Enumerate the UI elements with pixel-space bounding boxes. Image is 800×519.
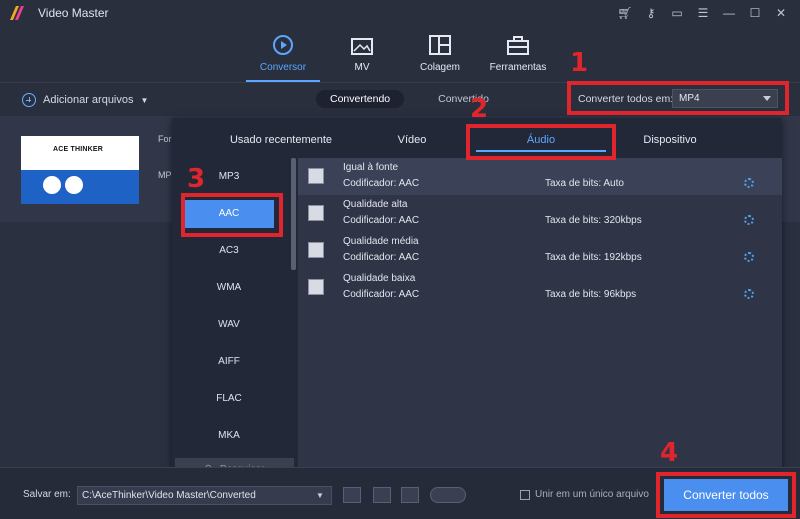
codec-item[interactable]: MKA	[184, 422, 274, 450]
mv-icon	[351, 38, 373, 55]
settings-gear-icon[interactable]	[744, 252, 754, 262]
tab-recent[interactable]: Usado recentemente	[218, 134, 344, 146]
settings-gear-icon[interactable]	[430, 487, 466, 503]
audio-file-icon	[308, 279, 324, 295]
settings-gear-icon[interactable]	[744, 289, 754, 299]
maximize-icon[interactable]: ☐	[746, 5, 764, 21]
annotation-box	[181, 193, 283, 237]
audio-file-icon	[308, 242, 324, 258]
checkbox-icon	[520, 489, 530, 500]
thumbnail-icon	[65, 176, 83, 194]
video-thumbnail[interactable]: ACE THINKER	[21, 136, 139, 204]
window-controls: 🛒︎ ⚷ ▭ ☰ — ☐ ✕	[616, 5, 790, 21]
settings-gear-icon[interactable]	[744, 215, 754, 225]
audio-file-icon	[308, 168, 324, 184]
chevron-down-icon[interactable]: ▼	[316, 491, 324, 500]
app-title: Video Master	[38, 6, 109, 20]
file-format-label: For	[158, 134, 172, 144]
merge-checkbox[interactable]: Unir em um único arquivo	[520, 489, 649, 500]
codec-item[interactable]: AIFF	[184, 348, 274, 376]
tab-convertendo[interactable]: Convertendo	[316, 90, 405, 108]
add-files-button[interactable]: Adicionar arquivos ▼	[22, 93, 148, 107]
app-logo-icon	[10, 6, 24, 20]
thumbnail-icon	[43, 176, 61, 194]
nav-conversor[interactable]: Conversor	[243, 34, 323, 73]
preset-item[interactable]: Qualidade média Codificador: AAC Taxa de…	[298, 232, 782, 269]
gpu-icon[interactable]	[401, 487, 419, 503]
preset-item[interactable]: Qualidade alta Codificador: AAC Taxa de …	[298, 195, 782, 232]
collage-icon	[429, 35, 451, 55]
thumbnail-brand: ACE THINKER	[53, 146, 104, 153]
codec-item[interactable]: WAV	[184, 311, 274, 339]
annotation-box	[466, 124, 616, 160]
annotation-number: 1	[570, 48, 589, 78]
nav-colagem[interactable]: Colagem	[400, 34, 480, 73]
annotation-number: 4	[660, 438, 679, 468]
codec-scrollbar[interactable]	[291, 158, 296, 270]
settings-gear-icon[interactable]	[744, 178, 754, 188]
save-label: Salvar em:	[23, 489, 71, 500]
tab-video[interactable]: Vídeo	[382, 134, 442, 146]
close-icon[interactable]: ✕	[772, 5, 790, 21]
preset-item[interactable]: Qualidade baixa Codificador: AAC Taxa de…	[298, 269, 782, 306]
add-icon	[22, 93, 36, 107]
preset-item[interactable]: Igual à fonte Codificador: AAC Taxa de b…	[298, 158, 782, 195]
toolbox-icon	[507, 36, 529, 55]
speed-off-icon[interactable]	[373, 487, 391, 503]
tab-convertido[interactable]: Convertido	[424, 90, 503, 108]
nav-ferramentas[interactable]: Ferramentas	[478, 34, 558, 73]
save-path-field[interactable]: C:\AceThinker\Video Master\Converted	[77, 486, 332, 505]
cart-icon[interactable]: 🛒︎	[616, 5, 634, 21]
menu-icon[interactable]: ☰	[694, 5, 712, 21]
annotation-number: 3	[187, 164, 206, 194]
chat-icon[interactable]: ▭	[668, 5, 686, 21]
annotation-number: 2	[470, 94, 489, 124]
chevron-down-icon: ▼	[140, 95, 149, 105]
audio-file-icon	[308, 205, 324, 221]
annotation-box	[567, 81, 789, 115]
minimize-icon[interactable]: —	[720, 5, 738, 21]
codec-item[interactable]: WMA	[184, 274, 274, 302]
convert-icon	[273, 35, 293, 55]
annotation-box	[656, 472, 796, 518]
preset-list: Igual à fonte Codificador: AAC Taxa de b…	[298, 158, 782, 494]
codec-item[interactable]: FLAC	[184, 385, 274, 413]
file-codec-label: MP	[158, 170, 172, 180]
nav-mv[interactable]: MV	[322, 34, 402, 73]
codec-item[interactable]: AC3	[184, 237, 274, 265]
folder-icon[interactable]	[343, 487, 361, 503]
key-icon[interactable]: ⚷	[642, 5, 660, 21]
tab-device[interactable]: Dispositivo	[630, 134, 710, 146]
